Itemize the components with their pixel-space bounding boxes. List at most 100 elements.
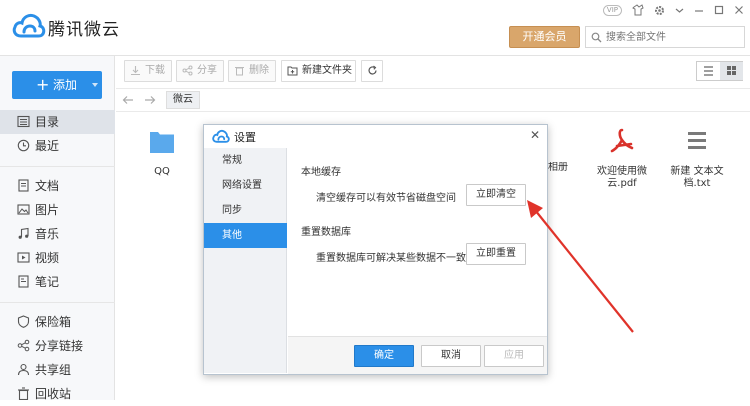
menu-icon[interactable] <box>675 6 684 15</box>
search-box[interactable] <box>585 26 745 48</box>
grid-view-icon <box>727 66 736 75</box>
dialog-tab-sync[interactable]: 同步 <box>204 198 287 223</box>
skin-icon[interactable] <box>632 4 644 16</box>
sidebar-divider <box>0 166 115 167</box>
list-view-button[interactable] <box>697 62 720 80</box>
sidebar-item-label: 笔记 <box>35 275 60 289</box>
share-button[interactable]: 分享 <box>176 60 224 82</box>
sidebar-item-notes[interactable]: 笔记 <box>0 270 115 294</box>
cache-section-title: 本地缓存 <box>301 167 341 178</box>
breadcrumb[interactable]: 微云 <box>166 91 200 109</box>
sidebar-item-directory[interactable]: 目录 <box>0 110 115 134</box>
sidebar-item-safe-box[interactable]: 保险箱 <box>0 310 115 334</box>
forward-arrow-icon[interactable] <box>144 95 156 105</box>
cache-section-desc: 清空缓存可以有效节省磁盘空间 <box>316 193 456 204</box>
list-view-icon <box>704 66 713 76</box>
file-item-txt[interactable]: 新建 文本文档.txt <box>662 128 732 190</box>
delete-button[interactable]: 删除 <box>228 60 276 82</box>
folder-icon <box>150 132 174 153</box>
dialog-footer: 确定 取消 应用 <box>288 336 547 374</box>
reset-database-button[interactable]: 立即重置 <box>466 243 526 265</box>
new-folder-icon <box>287 66 298 76</box>
group-icon <box>17 363 30 376</box>
sidebar-item-videos[interactable]: 视频 <box>0 246 115 270</box>
sidebar-item-label: 回收站 <box>35 387 72 401</box>
grid-view-button[interactable] <box>720 62 743 80</box>
folder-list-icon <box>17 115 30 128</box>
document-icon <box>18 179 29 192</box>
sidebar-item-label: 分享链接 <box>35 339 84 353</box>
dialog-tab-network[interactable]: 网络设置 <box>204 173 287 198</box>
search-input[interactable] <box>606 29 741 45</box>
ok-button[interactable]: 确定 <box>354 345 414 367</box>
add-button-label: 添加 <box>53 78 78 92</box>
text-file-icon <box>688 132 706 149</box>
sidebar-item-images[interactable]: 图片 <box>0 198 115 222</box>
sidebar-item-shared-groups[interactable]: 共享组 <box>0 358 115 382</box>
file-item-pdf[interactable]: 欢迎使用微云.pdf <box>587 128 657 190</box>
toolbar: 下载 分享 删除 新建文件夹 <box>116 56 750 86</box>
vip-tag[interactable]: VIP <box>602 4 622 16</box>
app-title: 腾讯微云 <box>48 20 120 40</box>
dialog-title: 设置 <box>234 131 256 144</box>
sidebar-item-label: 音乐 <box>35 227 60 241</box>
share-icon <box>182 65 193 76</box>
file-name: 新建 文本文档.txt <box>670 166 724 189</box>
clear-cache-button[interactable]: 立即清空 <box>466 184 526 206</box>
apply-button[interactable]: 应用 <box>484 345 544 367</box>
new-folder-button[interactable]: 新建文件夹 <box>281 60 356 82</box>
sidebar-item-label: 共享组 <box>35 363 72 377</box>
pdf-icon <box>610 128 634 153</box>
dialog-close-icon[interactable]: ✕ <box>530 129 540 141</box>
video-icon <box>17 252 30 263</box>
file-item-folder[interactable]: QQ <box>127 128 197 178</box>
close-icon[interactable] <box>734 5 744 15</box>
open-vip-button[interactable]: 开通会员 <box>509 26 580 48</box>
sidebar-item-recycle-bin[interactable]: 回收站 <box>0 382 115 406</box>
clock-icon <box>17 139 30 152</box>
annotation-arrow-shaft <box>534 209 634 333</box>
sidebar-item-share-links[interactable]: 分享链接 <box>0 334 115 358</box>
sidebar-item-label: 最近 <box>35 139 60 153</box>
sidebar-item-label: 保险箱 <box>35 315 72 329</box>
window-controls: VIP <box>602 3 744 17</box>
add-button[interactable]: + 添加 <box>12 71 102 99</box>
dialog-tab-general[interactable]: 常规 <box>204 148 287 173</box>
download-icon <box>131 66 140 76</box>
db-section-desc: 重置数据库可解决某些数据不一致问题 <box>316 253 486 264</box>
chevron-down-icon[interactable] <box>92 83 98 87</box>
weiyun-logo-icon <box>12 13 46 38</box>
download-button[interactable]: 下载 <box>124 60 172 82</box>
refresh-button[interactable] <box>361 60 383 82</box>
file-name: QQ <box>154 166 170 177</box>
dialog-nav: 常规 网络设置 同步 其他 <box>204 148 287 373</box>
sidebar-item-recent[interactable]: 最近 <box>0 134 115 158</box>
cancel-button[interactable]: 取消 <box>421 345 481 367</box>
sidebar-item-documents[interactable]: 文档 <box>0 174 115 198</box>
top-bar: 腾讯微云 VIP 开通会员 <box>0 0 750 56</box>
shield-icon <box>17 315 30 328</box>
gear-icon[interactable] <box>654 5 665 16</box>
sidebar-item-label: 视频 <box>35 251 60 265</box>
dialog-title-bar: 设置 ✕ <box>204 125 547 147</box>
weiyun-logo-icon <box>212 129 230 143</box>
sidebar-item-music[interactable]: 音乐 <box>0 222 115 246</box>
path-bar: 微云 <box>116 88 750 112</box>
file-name: 欢迎使用微云.pdf <box>597 166 647 189</box>
sidebar: + 添加 目录 最近 文档 图片 音乐 视频 笔记 保险箱 分享链接 共享组 回… <box>0 56 115 401</box>
maximize-icon[interactable] <box>714 5 724 15</box>
dialog-tab-other[interactable]: 其他 <box>204 223 287 248</box>
sidebar-item-label: 图片 <box>35 203 60 217</box>
trash-icon <box>18 387 29 400</box>
settings-dialog: 设置 ✕ 常规 网络设置 同步 其他 本地缓存 清空缓存可以有效节省磁盘空间 立… <box>203 124 548 375</box>
back-arrow-icon[interactable] <box>122 95 134 105</box>
share-link-icon <box>17 339 30 352</box>
plus-icon: + <box>36 75 50 94</box>
image-icon <box>17 204 30 215</box>
note-icon <box>18 275 29 288</box>
music-icon <box>18 227 29 239</box>
sidebar-item-label: 文档 <box>35 179 60 193</box>
minimize-icon[interactable] <box>694 5 704 15</box>
sidebar-item-label: 目录 <box>35 115 60 129</box>
trash-icon <box>235 67 244 76</box>
